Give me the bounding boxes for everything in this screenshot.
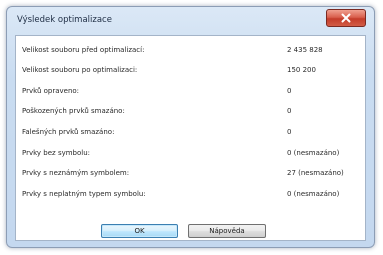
stat-row-fixed: Prvků opraveno: 0 bbox=[22, 84, 361, 98]
stat-value: 150 200 bbox=[287, 66, 316, 74]
stat-row-false-deleted: Falešných prvků smazáno: 0 bbox=[22, 125, 361, 139]
stat-value: 0 bbox=[287, 128, 292, 136]
stat-row-no-symbol: Prvky bez symbolu: 0 (nesmazáno) bbox=[22, 146, 361, 160]
stat-value: 0 bbox=[287, 107, 292, 115]
results-panel: Velikost souboru před optimalizací: 2 43… bbox=[15, 35, 366, 241]
stat-value: 0 (nesmazáno) bbox=[287, 190, 340, 198]
stat-value: 0 bbox=[287, 87, 292, 95]
stat-value: 2 435 828 bbox=[287, 46, 323, 54]
close-button[interactable] bbox=[326, 9, 366, 27]
stat-label: Prvky s neplatným typem symbolu: bbox=[22, 190, 146, 198]
help-button[interactable]: Nápověda bbox=[188, 224, 266, 238]
stat-row-unknown-symbol: Prvky s neznámým symbolem: 27 (nesmazáno… bbox=[22, 166, 361, 180]
close-icon bbox=[341, 13, 351, 23]
stat-label: Prvků opraveno: bbox=[22, 87, 80, 95]
stat-label: Poškozených prvků smazáno: bbox=[22, 107, 125, 115]
title-bar[interactable]: Výsledek optimalizace bbox=[7, 7, 374, 35]
stat-label: Prvky s neznámým symbolem: bbox=[22, 169, 130, 177]
stat-row-damaged-deleted: Poškozených prvků smazáno: 0 bbox=[22, 104, 361, 118]
stat-row-size-after: Velikost souboru po optimalizaci: 150 20… bbox=[22, 63, 361, 77]
optimization-result-dialog: Výsledek optimalizace Velikost souboru p… bbox=[6, 6, 375, 248]
stat-label: Falešných prvků smazáno: bbox=[22, 128, 115, 136]
stat-value: 27 (nesmazáno) bbox=[287, 169, 344, 177]
stat-row-size-before: Velikost souboru před optimalizací: 2 43… bbox=[22, 43, 361, 57]
button-bar: OK Nápověda bbox=[16, 224, 365, 238]
ok-button[interactable]: OK bbox=[101, 224, 178, 238]
stat-value: 0 (nesmazáno) bbox=[287, 149, 340, 157]
stat-label: Prvky bez symbolu: bbox=[22, 149, 91, 157]
dialog-title: Výsledek optimalizace bbox=[17, 15, 112, 25]
stat-label: Velikost souboru po optimalizaci: bbox=[22, 66, 138, 74]
stat-row-invalid-symbol-type: Prvky s neplatným typem symbolu: 0 (nesm… bbox=[22, 187, 361, 201]
stat-label: Velikost souboru před optimalizací: bbox=[22, 46, 145, 54]
